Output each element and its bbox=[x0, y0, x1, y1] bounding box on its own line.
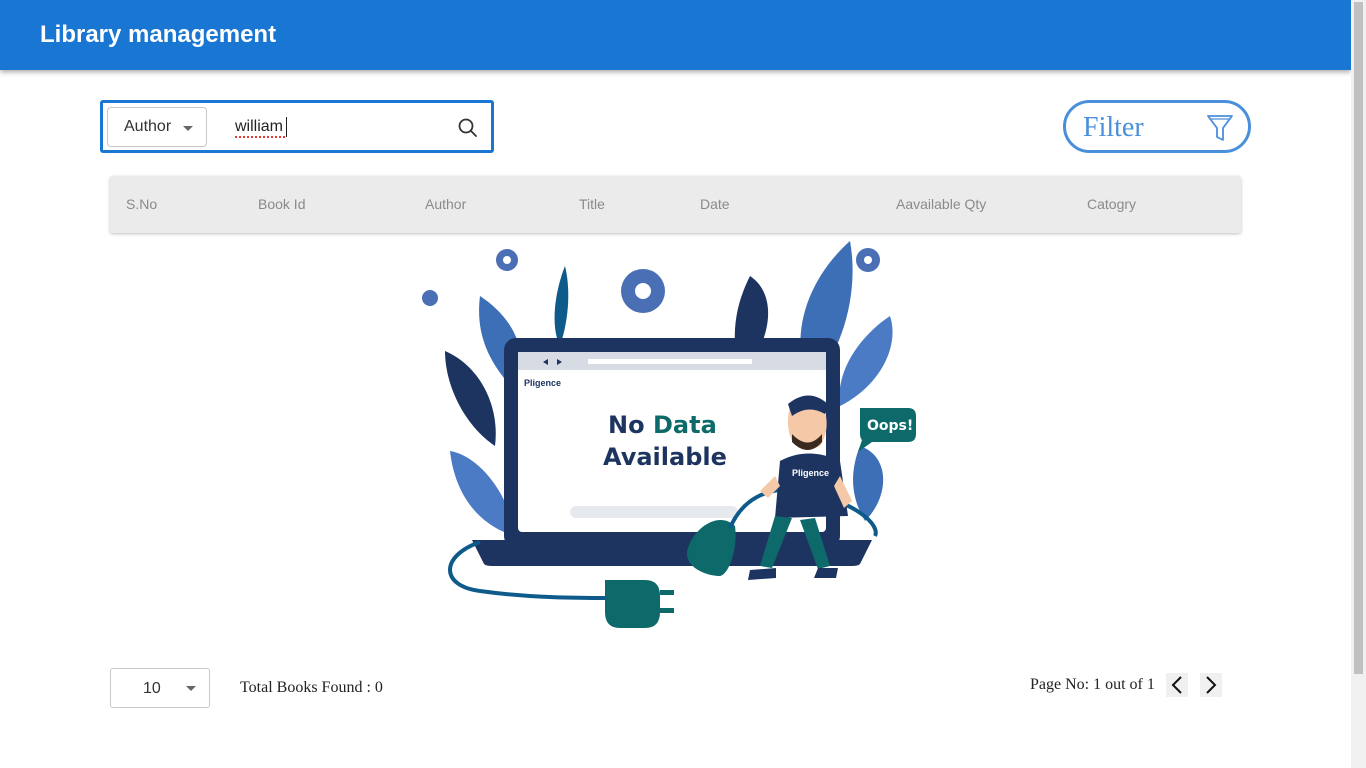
chevron-right-icon bbox=[1206, 676, 1217, 694]
column-header-book-id[interactable]: Book Id bbox=[258, 196, 305, 212]
next-page-button[interactable] bbox=[1200, 673, 1222, 697]
gear-icon bbox=[422, 290, 438, 306]
rows-per-page-value: 10 bbox=[143, 680, 161, 697]
column-header-date[interactable]: Date bbox=[700, 196, 730, 212]
column-header-available-qty[interactable]: Aavailable Qty bbox=[896, 196, 986, 212]
gear-icon bbox=[856, 248, 880, 272]
text-cursor bbox=[286, 117, 287, 137]
search-icon[interactable] bbox=[457, 117, 479, 139]
table-header: S.No Book Id Author Title Date Aavailabl… bbox=[110, 176, 1241, 233]
chevron-down-icon bbox=[186, 686, 196, 691]
no-data-word-available: Available bbox=[603, 443, 727, 471]
page-scrollbar[interactable] bbox=[1351, 0, 1366, 768]
browser-address-bar bbox=[588, 359, 752, 364]
chevron-left-icon bbox=[1171, 676, 1182, 694]
app-bar: Library management bbox=[0, 0, 1351, 70]
gear-icon bbox=[496, 249, 518, 271]
power-plug bbox=[605, 580, 660, 628]
plug-prong bbox=[660, 608, 674, 613]
search-field-select[interactable]: Author bbox=[107, 107, 207, 147]
screen-placeholder-bar bbox=[570, 506, 738, 518]
scrollbar-thumb[interactable] bbox=[1354, 2, 1363, 674]
page-info: Page No: 1 out of 1 bbox=[1030, 676, 1155, 693]
no-data-word-data: Data bbox=[653, 411, 717, 439]
app-title: Library management bbox=[40, 21, 277, 48]
no-data-word-no: No bbox=[608, 411, 645, 439]
prev-page-button[interactable] bbox=[1166, 673, 1188, 697]
chevron-down-icon bbox=[183, 126, 193, 131]
column-header-author[interactable]: Author bbox=[425, 196, 466, 212]
column-header-title[interactable]: Title bbox=[579, 196, 605, 212]
character-shirt-brand: Pligence bbox=[792, 468, 829, 478]
column-header-sno[interactable]: S.No bbox=[126, 196, 157, 212]
search-box: Author bbox=[100, 100, 494, 153]
rows-per-page-select[interactable]: 10 bbox=[110, 668, 210, 708]
filter-button-label: Filter bbox=[1083, 112, 1144, 143]
plug-prong bbox=[660, 590, 674, 595]
speech-bubble-text: Oops! bbox=[867, 418, 913, 434]
total-books-count: Total Books Found : 0 bbox=[240, 679, 383, 696]
no-data-illustration: Pligence No Data Available Pligence Oops… bbox=[422, 241, 916, 628]
screen-brand-label: Pligence bbox=[524, 378, 561, 388]
gear-icon bbox=[621, 269, 665, 313]
column-header-category[interactable]: Catogry bbox=[1087, 196, 1136, 212]
search-field-select-value: Author bbox=[124, 118, 172, 135]
spellcheck-underline bbox=[235, 136, 285, 138]
filter-funnel-icon bbox=[1207, 115, 1233, 141]
filter-button[interactable]: Filter bbox=[1063, 100, 1251, 153]
